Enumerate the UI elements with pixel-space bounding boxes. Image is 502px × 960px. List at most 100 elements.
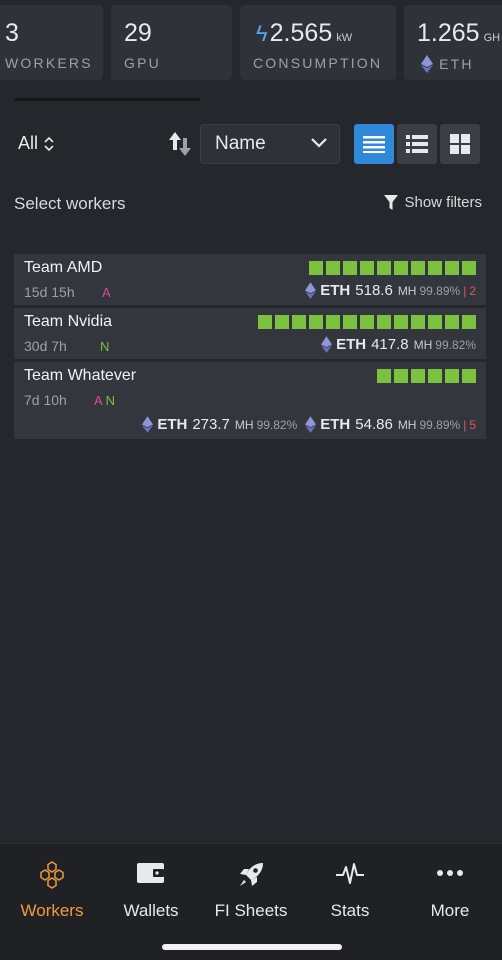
ethereum-icon xyxy=(421,55,433,76)
invalid-shares-count: 5 xyxy=(469,417,476,432)
ethereum-icon xyxy=(305,416,317,433)
gpu-status-square xyxy=(462,315,476,329)
worker-name: Team AMD xyxy=(24,259,103,276)
nav-stats[interactable]: Stats xyxy=(300,844,400,934)
hashrate-value: 273.7 xyxy=(192,416,230,433)
list-view-button[interactable] xyxy=(354,124,394,164)
gpu-status-square xyxy=(428,261,442,275)
gpu-status-square xyxy=(309,315,323,329)
worker-card-team-amd[interactable]: Team AMD 15d 15h A ETH 518.6 MH 99.89% |… xyxy=(14,254,486,305)
gpu-status-square xyxy=(445,315,459,329)
ethereum-icon xyxy=(321,336,333,353)
stat-workers[interactable]: 3 WORKERS xyxy=(0,5,103,80)
hashrate-entry: ETH 417.8 MH 99.82% xyxy=(321,336,476,353)
coin-name: ETH xyxy=(336,336,367,353)
grid-view-button[interactable] xyxy=(440,124,480,164)
stat-eth-hashrate[interactable]: 1.265 GH ETH xyxy=(404,5,502,80)
stat-workers-label: WORKERS xyxy=(5,55,93,71)
stat-consumption-unit: kW xyxy=(336,32,353,44)
nav-fi-sheets[interactable]: FI Sheets xyxy=(201,844,301,934)
home-indicator[interactable] xyxy=(162,944,342,950)
hashrate-row: ETH 518.6 MH 99.89% | 2 xyxy=(297,282,476,299)
ethereum-icon xyxy=(142,416,154,433)
worker-gpu-tags: A N xyxy=(94,393,115,408)
gpu-status-square xyxy=(445,369,459,383)
nav-workers-label: Workers xyxy=(20,901,84,920)
efficiency-value: 99.82% xyxy=(435,337,476,352)
gpu-status-square xyxy=(309,261,323,275)
horizontal-scroll-indicator[interactable] xyxy=(14,98,200,101)
stat-consumption-label: CONSUMPTION xyxy=(253,55,383,71)
worker-card-team-whatever[interactable]: Team Whatever 7d 10h A N ETH 273.7 MH 99… xyxy=(14,362,486,439)
hashrate-value: 417.8 xyxy=(371,336,409,353)
gpu-status-square xyxy=(343,261,357,275)
stats-strip: 3 WORKERS 29 GPU ϟ2.565 kW CONSUMPTION 1.… xyxy=(0,0,502,84)
nav-wallets-label: Wallets xyxy=(123,901,179,920)
gpu-status-square xyxy=(394,261,408,275)
invalid-shares-count: 2 xyxy=(469,283,476,298)
worker-uptime: 15d 15h xyxy=(24,284,75,300)
worker-name: Team Nvidia xyxy=(24,313,113,330)
nav-wallets[interactable]: Wallets xyxy=(101,844,201,934)
hashrate-row: ETH 273.7 MH 99.82% ETH 54.86 MH 99.89% … xyxy=(134,416,476,433)
stat-gpu[interactable]: 29 GPU xyxy=(111,5,232,80)
stat-gpu-value: 29 xyxy=(124,19,152,47)
hashrate-entry: ETH 54.86 MH 99.89% | 5 xyxy=(305,416,476,433)
invalid-separator: | xyxy=(463,417,467,432)
worker-card-team-nvidia[interactable]: Team Nvidia 30d 7h N ETH 417.8 MH 99.82% xyxy=(14,308,486,359)
nav-more[interactable]: More xyxy=(400,844,500,934)
stat-eth-unit: GH xyxy=(483,32,501,44)
select-workers-link[interactable]: Select workers xyxy=(14,194,125,214)
funnel-icon xyxy=(384,194,399,210)
invalid-separator: | xyxy=(463,283,467,298)
stat-workers-value: 3 xyxy=(5,19,19,47)
detailed-list-icon xyxy=(406,135,428,153)
gpu-status-square xyxy=(462,369,476,383)
more-dots-icon xyxy=(435,861,465,890)
gpu-status-bar xyxy=(258,315,476,329)
gpu-status-square xyxy=(445,261,459,275)
amd-tag: A xyxy=(102,285,111,300)
gpu-status-square xyxy=(462,261,476,275)
status-filter-dropdown[interactable]: All xyxy=(18,133,54,154)
nvidia-tag: N xyxy=(100,339,110,354)
hashrate-unit: MH xyxy=(397,283,417,298)
nav-workers[interactable]: Workers xyxy=(2,844,102,934)
hashrate-value: 518.6 xyxy=(355,282,393,299)
list-icon xyxy=(363,136,385,153)
stat-consumption-value: 2.565 xyxy=(269,19,333,47)
gpu-status-square xyxy=(411,261,425,275)
hashrate-entry: ETH 273.7 MH 99.82% xyxy=(142,416,297,433)
stat-eth-value: 1.265 xyxy=(417,19,480,47)
show-filters-button[interactable]: Show filters xyxy=(384,194,482,211)
stat-consumption[interactable]: ϟ2.565 kW CONSUMPTION xyxy=(240,5,396,80)
grid-icon xyxy=(450,134,470,154)
worker-uptime: 30d 7h xyxy=(24,338,67,354)
gpu-status-square xyxy=(343,315,357,329)
nav-more-label: More xyxy=(430,901,470,920)
nav-fi-sheets-label: FI Sheets xyxy=(214,901,288,920)
coin-name: ETH xyxy=(320,282,351,299)
sort-by-select[interactable]: Name xyxy=(200,124,340,164)
gpu-status-square xyxy=(360,315,374,329)
detailed-list-view-button[interactable] xyxy=(397,124,437,164)
gpu-status-square xyxy=(428,315,442,329)
sort-direction-icon[interactable] xyxy=(168,130,192,158)
gpu-status-square xyxy=(377,315,391,329)
nav-stats-label: Stats xyxy=(330,901,370,920)
gpu-status-square xyxy=(411,369,425,383)
gpu-status-bar xyxy=(309,261,476,275)
ethereum-icon xyxy=(305,282,317,299)
updown-chevron-icon xyxy=(44,136,54,151)
gpu-status-square xyxy=(394,369,408,383)
gpu-status-square xyxy=(411,315,425,329)
honeycomb-icon xyxy=(37,861,67,894)
gpu-status-square xyxy=(258,315,272,329)
worker-name: Team Whatever xyxy=(24,367,137,384)
hashrate-unit: MH xyxy=(234,417,254,432)
coin-name: ETH xyxy=(320,416,351,433)
gpu-status-square xyxy=(377,261,391,275)
gpu-status-square xyxy=(394,315,408,329)
pulse-icon xyxy=(335,861,365,892)
bottom-navigation: Workers Wallets FI Sheets Stats More xyxy=(0,843,502,960)
